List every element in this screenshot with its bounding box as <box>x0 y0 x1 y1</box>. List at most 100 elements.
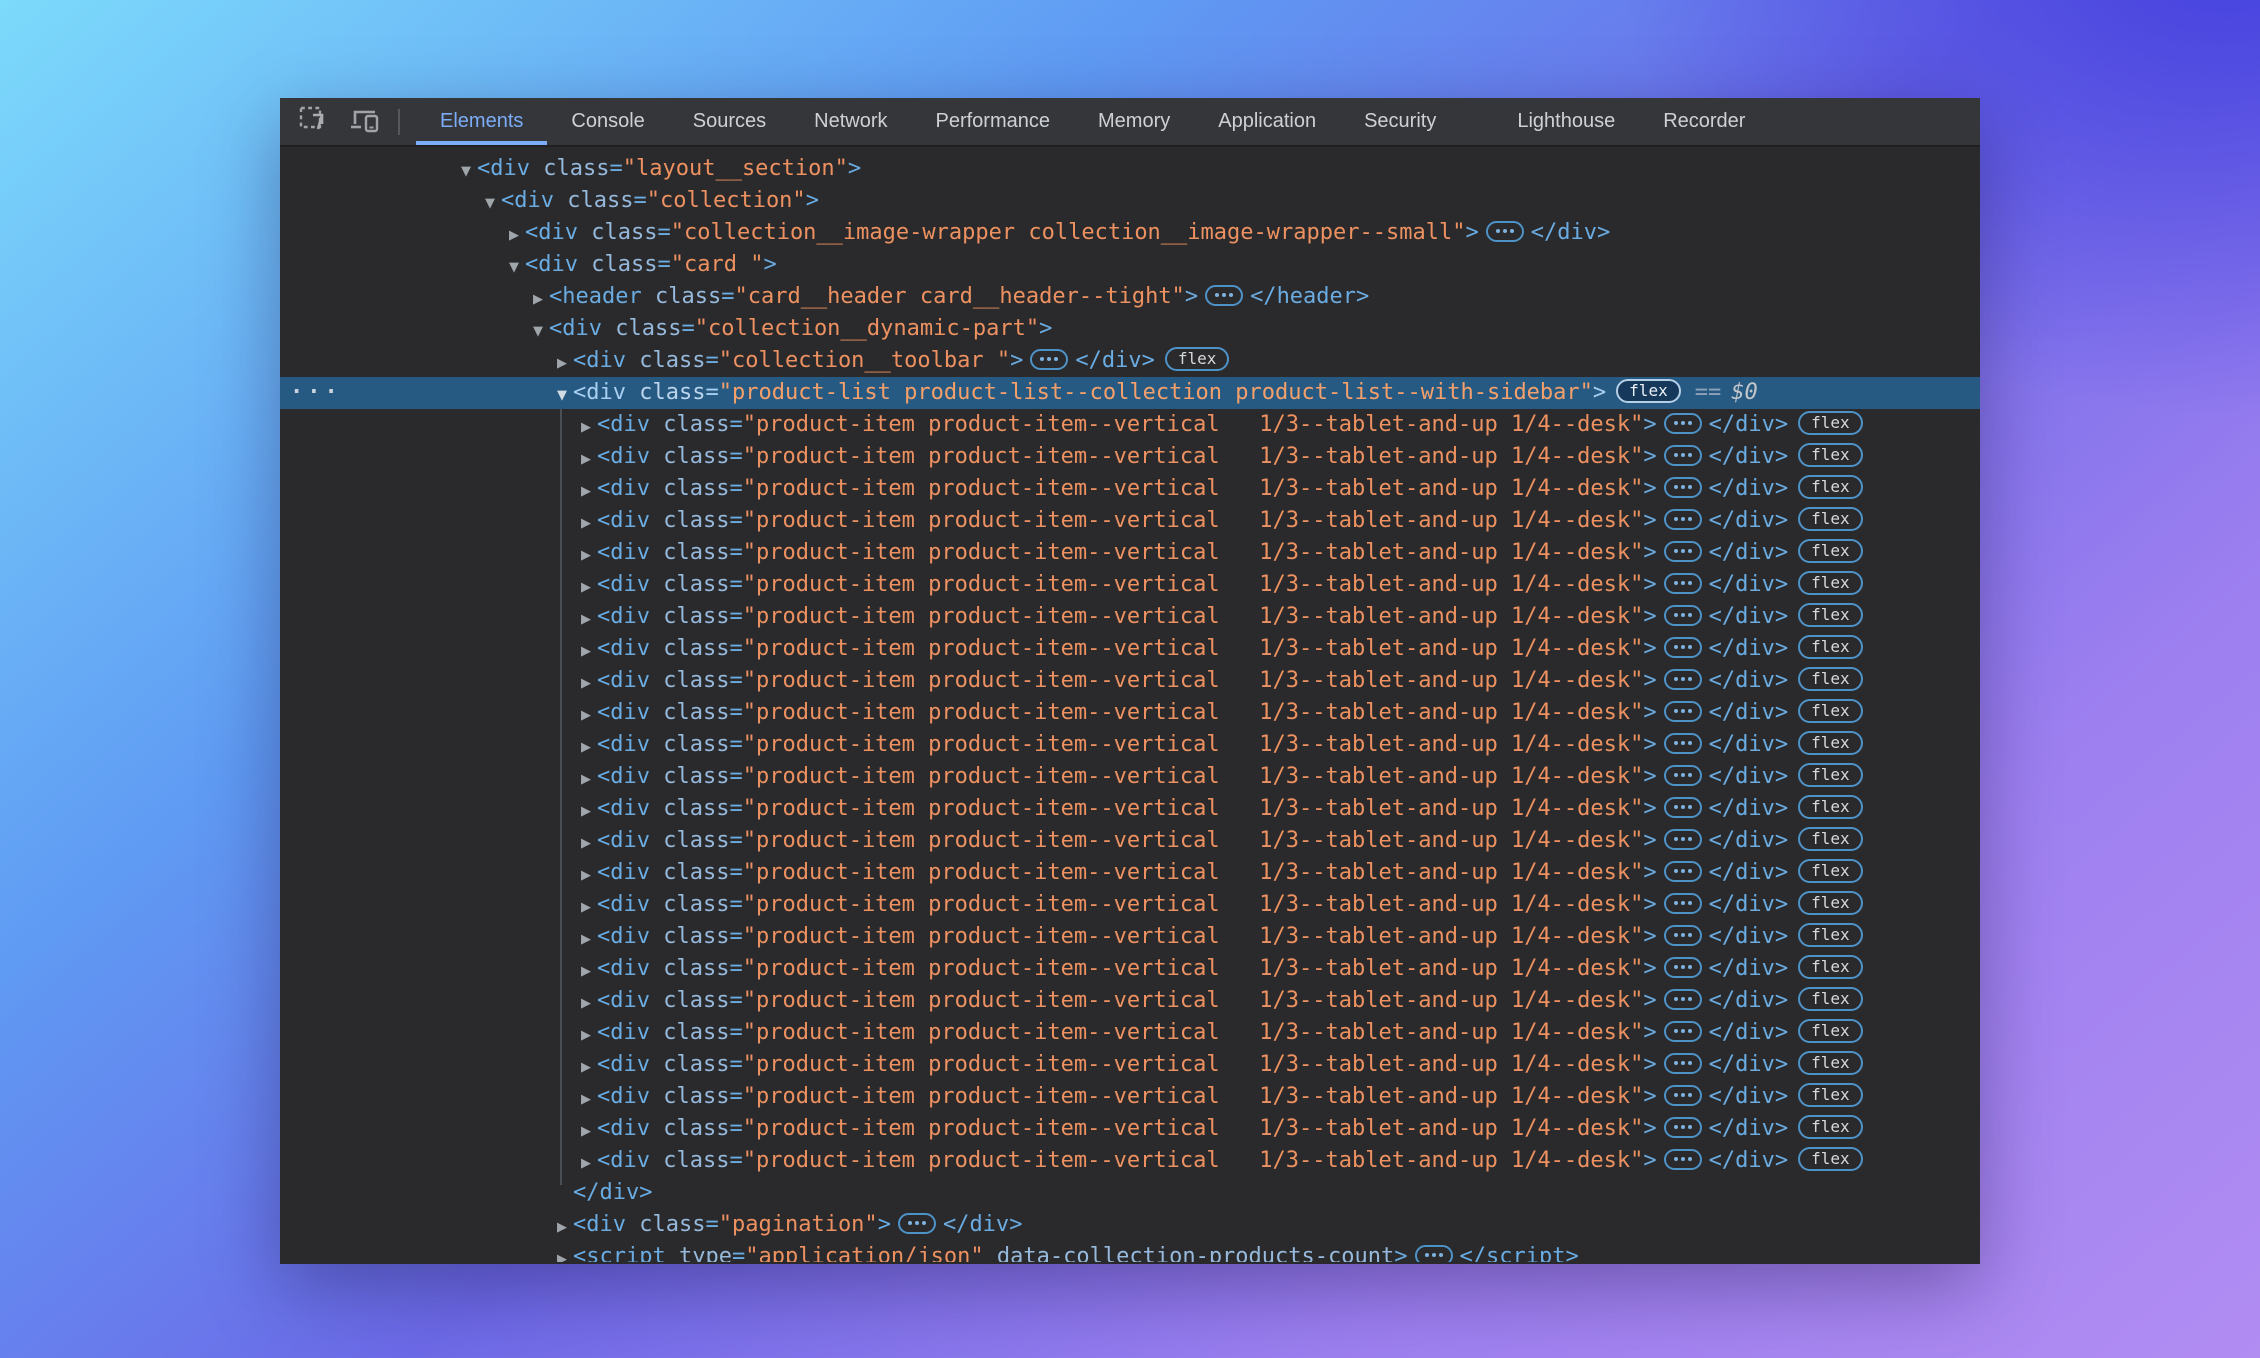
ellipsis-expand-badge[interactable] <box>1664 509 1702 530</box>
ellipsis-expand-badge[interactable] <box>1486 221 1524 242</box>
dom-tree-row[interactable]: ▶<div class="product-item product-item--… <box>280 665 1980 697</box>
dom-tree-row[interactable]: ▶<div class="product-item product-item--… <box>280 1113 1980 1145</box>
flex-badge[interactable]: flex <box>1798 699 1863 723</box>
dom-tree-row[interactable]: ▶<div class="product-item product-item--… <box>280 921 1980 953</box>
flex-badge[interactable]: flex <box>1798 475 1863 499</box>
expand-arrow-icon[interactable]: ▶ <box>581 540 597 572</box>
flex-badge[interactable]: flex <box>1798 1115 1863 1139</box>
ellipsis-expand-badge[interactable] <box>1664 573 1702 594</box>
flex-badge[interactable]: flex <box>1798 443 1863 467</box>
dom-tree-row[interactable]: ▶<div class="product-item product-item--… <box>280 793 1980 825</box>
dom-tree-row[interactable]: ▶<div class="product-item product-item--… <box>280 857 1980 889</box>
dom-tree-row[interactable]: ▶<div class="product-item product-item--… <box>280 569 1980 601</box>
dom-tree-row[interactable]: ▶<div class="product-item product-item--… <box>280 1049 1980 1081</box>
expand-arrow-icon[interactable]: ▶ <box>581 476 597 508</box>
expand-arrow-icon[interactable]: ▶ <box>581 764 597 796</box>
expand-arrow-icon[interactable]: ▶ <box>581 1020 597 1052</box>
tab-performance[interactable]: Performance <box>912 98 1075 145</box>
expand-arrow-icon[interactable]: ▶ <box>581 1084 597 1116</box>
tab-elements[interactable]: Elements <box>416 98 547 145</box>
tab-recorder[interactable]: Recorder <box>1639 98 1769 145</box>
dom-tree-row[interactable]: ▼<div class="collection"> <box>280 185 1980 217</box>
flex-badge[interactable]: flex <box>1798 731 1863 755</box>
collapse-arrow-icon[interactable]: ▼ <box>461 156 477 188</box>
expand-arrow-icon[interactable]: ▶ <box>581 828 597 860</box>
expand-arrow-icon[interactable]: ▶ <box>557 1244 573 1262</box>
ellipsis-expand-badge[interactable] <box>1664 1117 1702 1138</box>
ellipsis-expand-badge[interactable] <box>1664 765 1702 786</box>
dom-tree-row[interactable]: ▶<div class="product-item product-item--… <box>280 697 1980 729</box>
dom-tree-row[interactable]: ▶<script type="application/json" data-co… <box>280 1241 1980 1262</box>
tab-memory[interactable]: Memory <box>1074 98 1194 145</box>
dom-tree-row[interactable]: ▼<div class="layout__section"> <box>280 153 1980 185</box>
expand-arrow-icon[interactable]: ▶ <box>581 412 597 444</box>
dom-tree-row[interactable]: ▶<div class="product-item product-item--… <box>280 473 1980 505</box>
ellipsis-expand-badge[interactable] <box>1664 797 1702 818</box>
dom-tree-row[interactable]: ▶<div class="product-item product-item--… <box>280 633 1980 665</box>
expand-arrow-icon[interactable]: ▶ <box>533 284 549 316</box>
row-overflow-menu-icon[interactable]: ··· <box>290 377 342 409</box>
expand-arrow-icon[interactable]: ▶ <box>557 348 573 380</box>
dom-tree-row[interactable]: ▶<div class="product-item product-item--… <box>280 409 1980 441</box>
ellipsis-expand-badge[interactable] <box>1664 445 1702 466</box>
collapse-arrow-icon[interactable]: ▼ <box>557 380 573 412</box>
ellipsis-expand-badge[interactable] <box>1664 605 1702 626</box>
expand-arrow-icon[interactable]: ▶ <box>581 1052 597 1084</box>
dom-tree-row[interactable]: ▶<div class="collection__toolbar "></div… <box>280 345 1980 377</box>
flex-badge[interactable]: flex <box>1798 763 1863 787</box>
ellipsis-expand-badge[interactable] <box>1664 1149 1702 1170</box>
flex-badge[interactable]: flex <box>1165 347 1230 371</box>
toggle-device-toolbar-button[interactable] <box>348 98 382 145</box>
collapse-arrow-icon[interactable]: ▼ <box>533 316 549 348</box>
dom-tree-row[interactable]: </div> <box>280 1177 1980 1209</box>
flex-badge[interactable]: flex <box>1798 635 1863 659</box>
flex-badge[interactable]: flex <box>1798 923 1863 947</box>
collapse-arrow-icon[interactable]: ▼ <box>485 188 501 220</box>
expand-arrow-icon[interactable]: ▶ <box>509 220 525 252</box>
flex-badge[interactable]: flex <box>1798 955 1863 979</box>
flex-badge[interactable]: flex <box>1798 795 1863 819</box>
dom-tree-row[interactable]: ▼<div class="collection__dynamic-part"> <box>280 313 1980 345</box>
flex-badge[interactable]: flex <box>1798 571 1863 595</box>
ellipsis-expand-badge[interactable] <box>1664 1021 1702 1042</box>
ellipsis-expand-badge[interactable] <box>1664 861 1702 882</box>
ellipsis-expand-badge[interactable] <box>1664 477 1702 498</box>
expand-arrow-icon[interactable]: ▶ <box>581 924 597 956</box>
dom-tree-row[interactable]: ▶<div class="product-item product-item--… <box>280 985 1980 1017</box>
flex-badge[interactable]: flex <box>1798 507 1863 531</box>
dom-tree-row[interactable]: ▶<div class="product-item product-item--… <box>280 1145 1980 1177</box>
expand-arrow-icon[interactable]: ▶ <box>581 988 597 1020</box>
dom-tree-row[interactable]: ▶<div class="product-item product-item--… <box>280 889 1980 921</box>
tab-lighthouse[interactable]: Lighthouse <box>1493 98 1639 145</box>
ellipsis-expand-badge[interactable] <box>1664 701 1702 722</box>
dom-tree-row[interactable]: ▶<div class="product-item product-item--… <box>280 537 1980 569</box>
expand-arrow-icon[interactable]: ▶ <box>581 892 597 924</box>
ellipsis-expand-badge[interactable] <box>1664 1085 1702 1106</box>
ellipsis-expand-badge[interactable] <box>1664 1053 1702 1074</box>
dom-tree-row[interactable]: ▶<div class="pagination"></div> <box>280 1209 1980 1241</box>
flex-badge[interactable]: flex <box>1798 827 1863 851</box>
tab-console[interactable]: Console <box>547 98 668 145</box>
flex-badge[interactable]: flex <box>1798 1019 1863 1043</box>
ellipsis-expand-badge[interactable] <box>898 1213 936 1234</box>
tab-network[interactable]: Network <box>790 98 911 145</box>
expand-arrow-icon[interactable]: ▶ <box>581 636 597 668</box>
expand-arrow-icon[interactable]: ▶ <box>581 668 597 700</box>
expand-arrow-icon[interactable]: ▶ <box>581 508 597 540</box>
flex-badge[interactable]: flex <box>1798 859 1863 883</box>
expand-arrow-icon[interactable]: ▶ <box>581 956 597 988</box>
dom-tree-row[interactable]: ▶<div class="product-item product-item--… <box>280 1081 1980 1113</box>
dom-tree-row-selected[interactable]: ···▼<div class="product-list product-lis… <box>280 377 1980 409</box>
ellipsis-expand-badge[interactable] <box>1664 669 1702 690</box>
ellipsis-expand-badge[interactable] <box>1030 349 1068 370</box>
expand-arrow-icon[interactable]: ▶ <box>581 700 597 732</box>
flex-badge[interactable]: flex <box>1798 667 1863 691</box>
flex-badge[interactable]: flex <box>1798 1051 1863 1075</box>
expand-arrow-icon[interactable]: ▶ <box>581 604 597 636</box>
ellipsis-expand-badge[interactable] <box>1664 637 1702 658</box>
expand-arrow-icon[interactable]: ▶ <box>581 444 597 476</box>
tab-application[interactable]: Application <box>1194 98 1340 145</box>
dom-tree-row[interactable]: ▶<div class="collection__image-wrapper c… <box>280 217 1980 249</box>
flex-badge[interactable]: flex <box>1798 987 1863 1011</box>
ellipsis-expand-badge[interactable] <box>1205 285 1243 306</box>
